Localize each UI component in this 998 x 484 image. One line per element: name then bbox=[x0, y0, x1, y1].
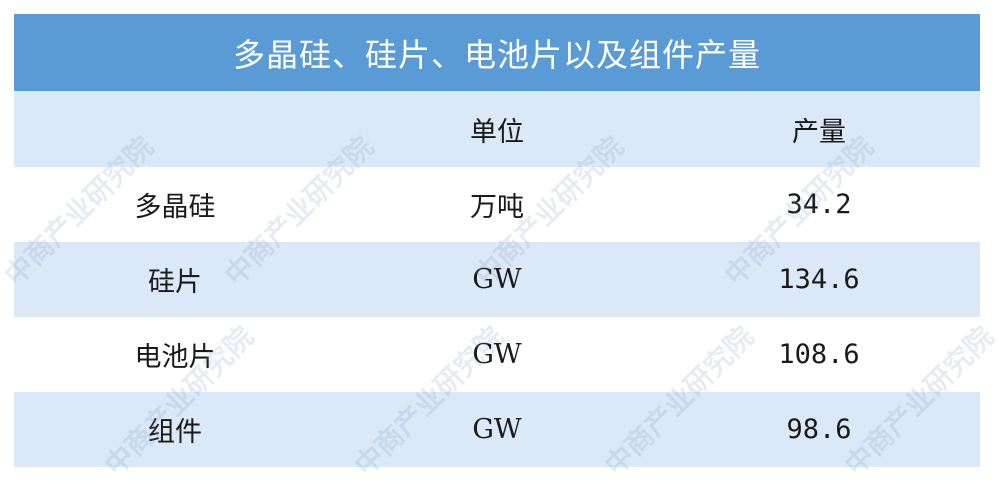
table-row: 组件 GW 98.6 bbox=[14, 392, 980, 467]
row-value: 98.6 bbox=[786, 414, 852, 445]
table-row: 多晶硅 万吨 34.2 bbox=[14, 167, 980, 242]
table-row: 硅片 GW 134.6 bbox=[14, 242, 980, 317]
row-name: 组件 bbox=[148, 417, 202, 448]
table-row: 电池片 GW 108.6 bbox=[14, 317, 980, 392]
table-title: 多晶硅、硅片、电池片以及组件产量 bbox=[14, 14, 980, 91]
row-value: 134.6 bbox=[778, 264, 860, 295]
row-unit: 万吨 bbox=[470, 192, 524, 223]
row-unit: GW bbox=[472, 264, 522, 295]
row-value: 108.6 bbox=[778, 339, 860, 370]
row-value: 34.2 bbox=[786, 189, 852, 220]
row-unit: GW bbox=[472, 339, 522, 370]
table-header-row: 单位 产量 bbox=[14, 91, 980, 167]
production-table: 多晶硅、硅片、电池片以及组件产量 单位 产量 多晶硅 万吨 34.2 硅片 GW… bbox=[14, 14, 980, 467]
row-name: 电池片 bbox=[134, 342, 216, 373]
row-name: 硅片 bbox=[148, 267, 202, 298]
header-output: 产量 bbox=[792, 116, 846, 148]
row-unit: GW bbox=[472, 414, 522, 445]
header-unit: 单位 bbox=[470, 116, 524, 148]
row-name: 多晶硅 bbox=[134, 192, 216, 223]
